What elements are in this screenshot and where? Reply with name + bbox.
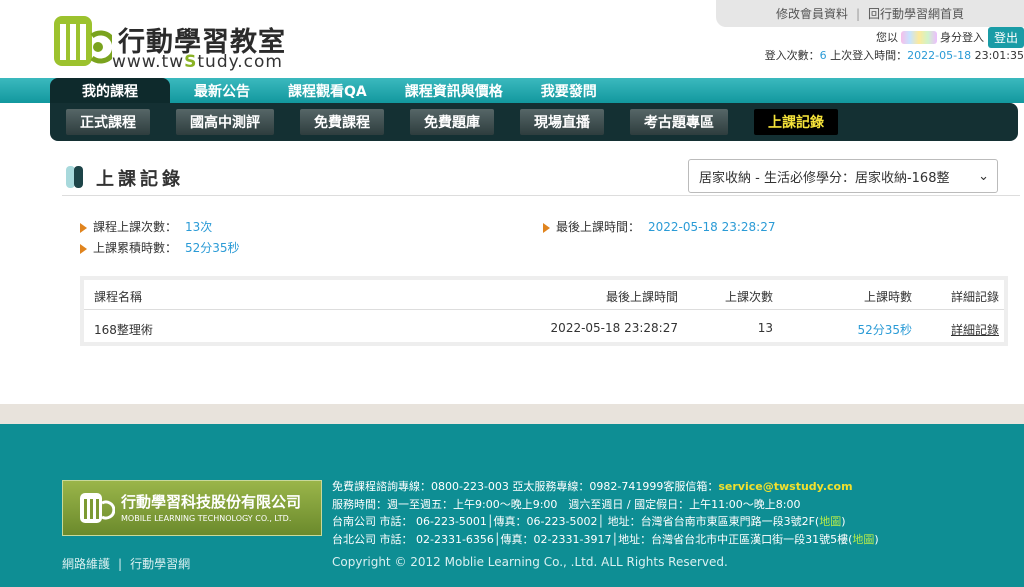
page: 行動學習教室 www.twStudy.com 修改會員資料 | 回行動學習網首頁…: [0, 0, 1024, 587]
logo-url: www.twStudy.com: [112, 52, 283, 72]
col-count: 上課次數: [724, 290, 773, 304]
footer-company-name: 行動學習科技股份有限公司: [121, 493, 302, 511]
map-link-taipei[interactable]: 地圖: [852, 533, 874, 546]
logo-mark-icon: [80, 493, 115, 523]
copyright: Copyright © 2012 Moblie Learning Co., .L…: [332, 555, 728, 569]
footer: 行動學習科技股份有限公司 MOBILE LEARNING TECHNOLOGY …: [0, 424, 1024, 587]
footer-divider: [0, 404, 1024, 424]
arrow-icon: [80, 243, 87, 254]
subnav-free-courses[interactable]: 免費課程: [300, 109, 384, 135]
course-select[interactable]: 居家收納 - 生活必修學分：居家收納-168整 ⌄: [688, 159, 998, 193]
page-title: 上課記錄: [96, 169, 184, 190]
records-table-box: 課程名稱 最後上課時間 上課次數 上課時數 詳細記錄 168整理術 2022-0…: [80, 276, 1008, 346]
footer-links: 網路維護 | 行動學習網: [62, 557, 191, 571]
subnav-assessment[interactable]: 國高中測評: [176, 109, 274, 135]
col-course-name: 課程名稱: [94, 290, 143, 304]
stat-time: 上課累積時數： 52分35秒: [80, 239, 240, 256]
course-select-value: 居家收納 - 生活必修學分：居家收納-168整: [699, 170, 950, 186]
user-status: 您以 身分登入 登出: [876, 26, 1024, 48]
nav-announcements[interactable]: 最新公告: [180, 78, 264, 103]
chevron-down-icon: ⌄: [974, 169, 989, 184]
footer-company-en: MOBILE LEARNING TECHNOLOGY CO., LTD.: [121, 514, 292, 523]
blurred-username: [900, 30, 937, 44]
title-marker-icon: [66, 166, 84, 188]
edit-profile-link[interactable]: 修改會員資料: [776, 5, 848, 22]
footer-link-maintenance[interactable]: 網路維護: [62, 557, 110, 571]
nav-my-courses[interactable]: 我的課程: [50, 78, 170, 103]
logout-button[interactable]: 登出: [987, 26, 1024, 48]
arrow-icon: [80, 222, 87, 233]
detail-link[interactable]: 詳細記錄: [951, 321, 999, 338]
col-detail: 詳細記錄: [950, 290, 999, 304]
email-link[interactable]: service@twstudy.com: [718, 480, 852, 493]
login-info: 登入次數：6 上次登入時間：2022-05-18 23:01:35: [764, 49, 1024, 62]
subnav-past-exams[interactable]: 考古題專區: [630, 109, 728, 135]
cell-course-name: 168整理術: [94, 323, 153, 337]
subnav-live[interactable]: 現場直播: [520, 109, 604, 135]
cell-count: 13: [757, 321, 773, 335]
subnav-free-questions[interactable]: 免費題庫: [410, 109, 494, 135]
footer-contact-info: 免費課程諮詢專線：0800-223-003 亞太服務專線：0982-741999…: [332, 480, 879, 546]
cell-last-time: 2022-05-18 23:28:27: [550, 321, 678, 335]
nav-ask[interactable]: 我要發問: [527, 78, 611, 103]
footer-logo: 行動學習科技股份有限公司 MOBILE LEARNING TECHNOLOGY …: [62, 480, 322, 536]
records-table: 課程名稱 最後上課時間 上課次數 上課時數 詳細記錄 168整理術 2022-0…: [84, 280, 1004, 342]
table-header-row: 課程名稱 最後上課時間 上課次數 上課時數 詳細記錄: [84, 280, 1004, 310]
stat-count: 課程上課次數： 13次: [80, 218, 212, 235]
table-row: 168整理術 2022-05-18 23:28:27 13 52分35秒 詳細記…: [84, 313, 1004, 343]
arrow-icon: [543, 222, 550, 233]
col-last-time: 最後上課時間: [605, 290, 678, 304]
nav-course-info[interactable]: 課程資訊與價格: [391, 78, 517, 103]
stat-last: 最後上課時間： 2022-05-18 23:28:27: [543, 218, 775, 235]
divider: |: [855, 6, 861, 21]
cell-duration: 52分35秒: [857, 323, 912, 337]
top-links: 修改會員資料 | 回行動學習網首頁: [716, 0, 1024, 27]
sub-nav: 正式課程 國高中測評 免費課程 免費題庫 現場直播 考古題專區 上課記錄: [50, 103, 1018, 141]
footer-link-twstudy[interactable]: 行動學習網: [130, 557, 190, 571]
col-duration: 上課時數: [863, 290, 912, 304]
logo-mark-icon: [54, 16, 112, 66]
main-nav: 我的課程 最新公告 課程觀看QA 課程資訊與價格 我要發問: [50, 78, 621, 103]
subnav-class-records[interactable]: 上課記錄: [754, 109, 838, 135]
nav-qa[interactable]: 課程觀看QA: [274, 78, 381, 103]
subnav-formal-courses[interactable]: 正式課程: [66, 109, 150, 135]
home-link[interactable]: 回行動學習網首頁: [868, 5, 964, 22]
map-link-tainan[interactable]: 地圖: [819, 515, 841, 528]
site-logo[interactable]: 行動學習教室 www.twStudy.com: [52, 14, 312, 72]
